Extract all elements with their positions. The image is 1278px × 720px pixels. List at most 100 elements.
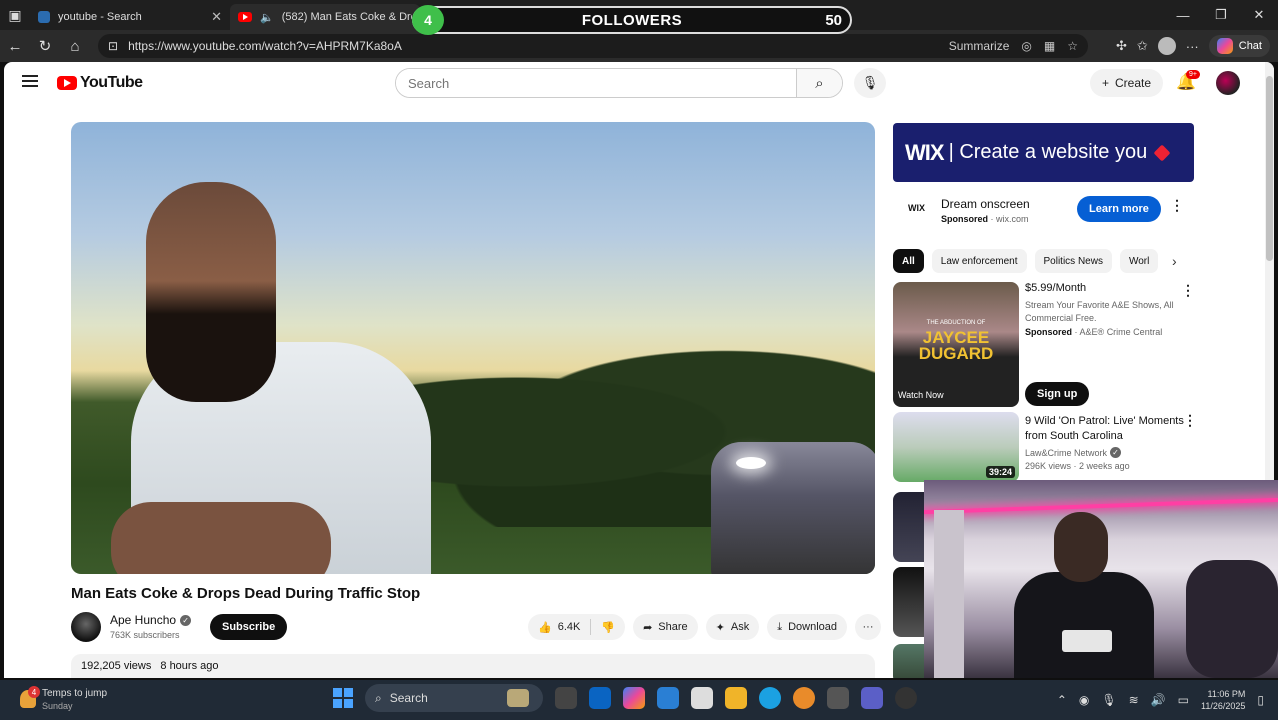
youtube-logo[interactable]: YouTube bbox=[57, 74, 143, 92]
tray-app-icon[interactable]: ◉ bbox=[1079, 693, 1089, 707]
profile-avatar[interactable] bbox=[1157, 37, 1176, 55]
sign-up-button[interactable]: Sign up bbox=[1025, 382, 1090, 406]
microphone-icon[interactable]: 🎙 bbox=[854, 68, 886, 98]
recommended-thumbnail-partial[interactable] bbox=[893, 567, 925, 637]
wix-ad-banner[interactable]: WIX | Create a website you bbox=[893, 123, 1194, 182]
view-count: 192,205 views bbox=[81, 660, 152, 672]
scrollbar-thumb[interactable] bbox=[1266, 76, 1273, 261]
youtube-favicon-icon bbox=[238, 12, 252, 22]
tab-actions-icon[interactable]: ▣ bbox=[0, 0, 30, 30]
menu-icon[interactable] bbox=[22, 75, 38, 87]
taskbar-search-label: Search bbox=[389, 691, 428, 705]
teams-icon[interactable] bbox=[861, 687, 883, 709]
user-avatar[interactable] bbox=[1216, 71, 1240, 95]
chevron-right-icon[interactable]: › bbox=[1172, 253, 1177, 269]
chat-label: Chat bbox=[1238, 40, 1262, 52]
recommended-title: 9 Wild 'On Patrol: Live' Moments from So… bbox=[1025, 415, 1184, 442]
chip-law-enforcement[interactable]: Law enforcement bbox=[931, 249, 1027, 273]
description-box[interactable]: 192,205 views 8 hours ago bbox=[71, 654, 875, 678]
search-icon[interactable]: ⌕ bbox=[796, 69, 842, 97]
share-arrow-icon: ➦ bbox=[643, 621, 653, 634]
more-actions-icon[interactable]: ··· bbox=[855, 614, 881, 640]
recommended-thumbnail-partial[interactable] bbox=[893, 644, 925, 678]
restore-icon[interactable]: ❐ bbox=[1202, 0, 1240, 30]
chip-all[interactable]: All bbox=[893, 249, 924, 273]
speaker-icon[interactable]: 🔈 bbox=[260, 11, 274, 24]
promo-menu-icon[interactable]: ⋮ bbox=[1181, 282, 1195, 299]
tab-video[interactable]: 🔈 (582) Man Eats Coke & Drops Dead Durin… bbox=[230, 4, 420, 30]
promo-advertiser: A&E® Crime Central bbox=[1079, 327, 1163, 337]
neon-light-strip bbox=[924, 497, 1278, 515]
clock-time: 11:06 PM bbox=[1207, 689, 1246, 699]
webcam-door bbox=[934, 510, 964, 678]
thumbs-down-icon[interactable]: 👎 bbox=[601, 621, 615, 634]
youtube-play-icon bbox=[57, 76, 77, 90]
channel-name[interactable]: Ape Huncho ✓ bbox=[110, 613, 192, 627]
home-icon[interactable]: ⌂ bbox=[60, 31, 90, 61]
recommended-thumbnail-partial[interactable] bbox=[893, 492, 925, 562]
thumbs-up-icon[interactable]: 👍 bbox=[538, 621, 552, 634]
webcam-chair bbox=[1186, 560, 1278, 678]
ad-menu-icon[interactable]: ⋮ bbox=[1170, 197, 1184, 214]
share-button[interactable]: ➦ Share bbox=[633, 614, 698, 640]
recommended-video[interactable]: 39:24 9 Wild 'On Patrol: Live' Moments f… bbox=[893, 412, 1197, 482]
recommended-menu-icon[interactable]: ⋮ bbox=[1183, 412, 1197, 429]
video-player[interactable] bbox=[71, 122, 875, 574]
subscribe-button[interactable]: Subscribe bbox=[210, 614, 288, 640]
tab-youtube-search[interactable]: youtube - Search ✕ bbox=[30, 4, 230, 30]
learn-more-button[interactable]: Learn more bbox=[1077, 196, 1161, 222]
close-window-icon[interactable]: ✕ bbox=[1240, 0, 1278, 30]
task-view-icon[interactable] bbox=[555, 687, 577, 709]
filter-chips: All Law enforcement Politics News Worl bbox=[893, 249, 1193, 273]
store-icon[interactable] bbox=[657, 687, 679, 709]
chevron-up-icon[interactable]: ⌃ bbox=[1057, 693, 1067, 707]
url-field[interactable]: ⊡ https://www.youtube.com/watch?v=AHPRM7… bbox=[98, 34, 1088, 58]
summarize-button[interactable]: Summarize bbox=[949, 39, 1010, 53]
favorites-icon[interactable]: ✩ bbox=[1137, 38, 1148, 54]
apps-icon[interactable]: ▦ bbox=[1044, 39, 1055, 53]
windows-start-icon[interactable] bbox=[333, 688, 353, 708]
volume-icon[interactable]: 🔊 bbox=[1151, 693, 1166, 707]
edge-icon[interactable] bbox=[759, 687, 781, 709]
chip-politics-news[interactable]: Politics News bbox=[1034, 249, 1112, 273]
notifications-icon[interactable]: ▯ bbox=[1257, 693, 1264, 707]
site-info-icon[interactable]: ⊡ bbox=[108, 39, 118, 53]
obs-icon[interactable] bbox=[827, 687, 849, 709]
file-explorer-icon[interactable] bbox=[725, 687, 747, 709]
chip-world[interactable]: Worl bbox=[1119, 249, 1159, 273]
channel-avatar[interactable] bbox=[71, 612, 101, 642]
ask-button[interactable]: ✦ Ask bbox=[705, 614, 760, 640]
weather-widget[interactable]: 4 Temps to jump Sunday bbox=[20, 686, 140, 714]
create-button[interactable]: + Create bbox=[1090, 69, 1164, 97]
promo-thumbnail[interactable]: THE ABDUCTION OF JAYCEE DUGARD Watch Now bbox=[893, 282, 1019, 407]
favorite-star-icon[interactable]: ☆ bbox=[1067, 39, 1078, 53]
clock[interactable]: 11:06 PM 11/26/2025 bbox=[1201, 688, 1245, 712]
url-actions: Summarize ◎ ▦ ☆ bbox=[949, 39, 1078, 53]
read-aloud-icon[interactable]: ◎ bbox=[1021, 39, 1031, 53]
recommended-age: 2 weeks ago bbox=[1079, 461, 1130, 471]
taskbar-search[interactable]: ⌕ Search bbox=[365, 684, 543, 712]
webcam-overlay bbox=[924, 480, 1278, 678]
minimize-icon[interactable]: — bbox=[1164, 0, 1202, 30]
like-count[interactable]: 6.4K bbox=[558, 621, 581, 633]
app-icon[interactable] bbox=[895, 687, 917, 709]
notepad-icon[interactable] bbox=[691, 687, 713, 709]
back-arrow-icon[interactable]: ← bbox=[0, 31, 30, 61]
more-menu-icon[interactable]: ··· bbox=[1186, 39, 1199, 54]
youtube-header: YouTube ⌕ 🎙 + Create 🔔 9+ bbox=[4, 62, 1274, 104]
copilot-app-icon[interactable] bbox=[623, 687, 645, 709]
extensions-icon[interactable]: ✣ bbox=[1116, 38, 1127, 54]
close-icon[interactable]: ✕ bbox=[211, 9, 222, 25]
refresh-icon[interactable]: ↻ bbox=[30, 31, 60, 61]
battery-icon[interactable]: ▭ bbox=[1178, 693, 1189, 707]
download-button[interactable]: ⤓ Download bbox=[767, 614, 847, 640]
recommended-thumbnail[interactable]: 39:24 bbox=[893, 412, 1019, 482]
search-input[interactable] bbox=[396, 69, 796, 97]
copilot-chat-button[interactable]: Chat bbox=[1208, 35, 1270, 57]
outlook-icon[interactable] bbox=[589, 687, 611, 709]
wifi-icon[interactable]: ≋ bbox=[1129, 693, 1139, 707]
promo-item[interactable]: THE ABDUCTION OF JAYCEE DUGARD Watch Now… bbox=[893, 282, 1195, 407]
video-scene-headlight bbox=[736, 457, 766, 469]
microphone-tray-icon[interactable]: 🎙 bbox=[1101, 693, 1116, 707]
browser-app-icon[interactable] bbox=[793, 687, 815, 709]
